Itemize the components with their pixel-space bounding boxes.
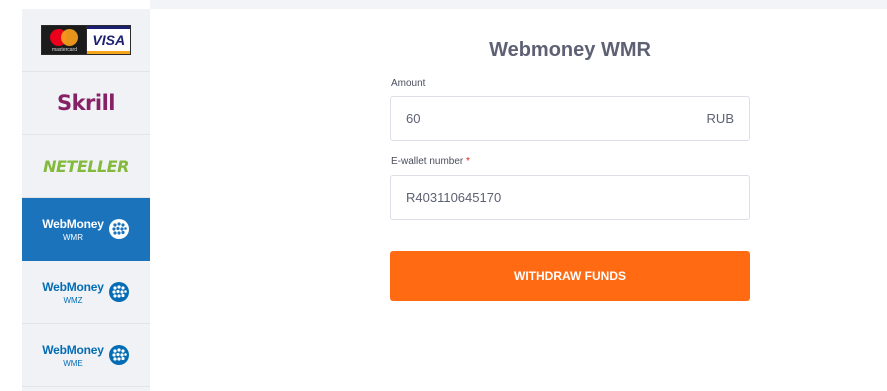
webmoney-wmz-logo: WebMoney WMZ bbox=[42, 280, 130, 305]
withdraw-funds-button[interactable]: WITHDRAW FUNDS bbox=[390, 251, 750, 301]
amount-value: 60 bbox=[406, 111, 421, 126]
webmoney-globe-icon bbox=[108, 345, 129, 365]
method-webmoney-wme[interactable]: WebMoney WME bbox=[22, 324, 150, 387]
page-margin bbox=[0, 0, 22, 391]
wallet-label: E-wallet number * bbox=[391, 156, 470, 167]
webmoney-wmr-logo: WebMoney WMR bbox=[42, 217, 130, 242]
amount-currency: RUB bbox=[706, 111, 734, 126]
webmoney-name: WebMoney bbox=[42, 216, 104, 231]
wallet-label-text: E-wallet number bbox=[391, 156, 464, 167]
required-mark: * bbox=[466, 156, 470, 167]
payment-method-sidebar: mastercard VISA Skrill NETELLER WebMoney… bbox=[22, 9, 150, 391]
method-skrill[interactable]: Skrill bbox=[22, 72, 150, 135]
webmoney-wme-logo: WebMoney WME bbox=[42, 343, 130, 368]
neteller-logo: NETELLER bbox=[43, 156, 129, 176]
amount-label: Amount bbox=[391, 78, 426, 89]
mastercard-visa-logo: mastercard VISA bbox=[41, 25, 131, 55]
visa-text: VISA bbox=[92, 32, 126, 48]
mastercard-logo: mastercard bbox=[42, 26, 87, 54]
visa-logo: VISA bbox=[86, 26, 130, 54]
webmoney-name: WebMoney bbox=[42, 279, 104, 294]
webmoney-globe-icon bbox=[108, 219, 129, 239]
form-title: Webmoney WMR bbox=[489, 39, 651, 61]
webmoney-name: WebMoney bbox=[42, 342, 104, 357]
method-webmoney-wmr[interactable]: WebMoney WMR bbox=[22, 198, 150, 261]
top-strip bbox=[150, 0, 887, 9]
method-neteller[interactable]: NETELLER bbox=[22, 135, 150, 198]
wallet-number-field[interactable]: R403110645170 bbox=[390, 175, 750, 220]
skrill-logo: Skrill bbox=[56, 91, 116, 115]
webmoney-currency: WME bbox=[63, 358, 83, 368]
method-webmoney-wmz[interactable]: WebMoney WMZ bbox=[22, 261, 150, 324]
mastercard-text: mastercard bbox=[51, 47, 77, 53]
webmoney-globe-icon bbox=[108, 282, 129, 302]
webmoney-currency: WMR bbox=[63, 232, 83, 242]
amount-field[interactable]: 60 RUB bbox=[390, 96, 750, 141]
wallet-number-value: R403110645170 bbox=[406, 190, 502, 205]
webmoney-currency: WMZ bbox=[63, 295, 83, 305]
method-card[interactable]: mastercard VISA bbox=[22, 9, 150, 72]
